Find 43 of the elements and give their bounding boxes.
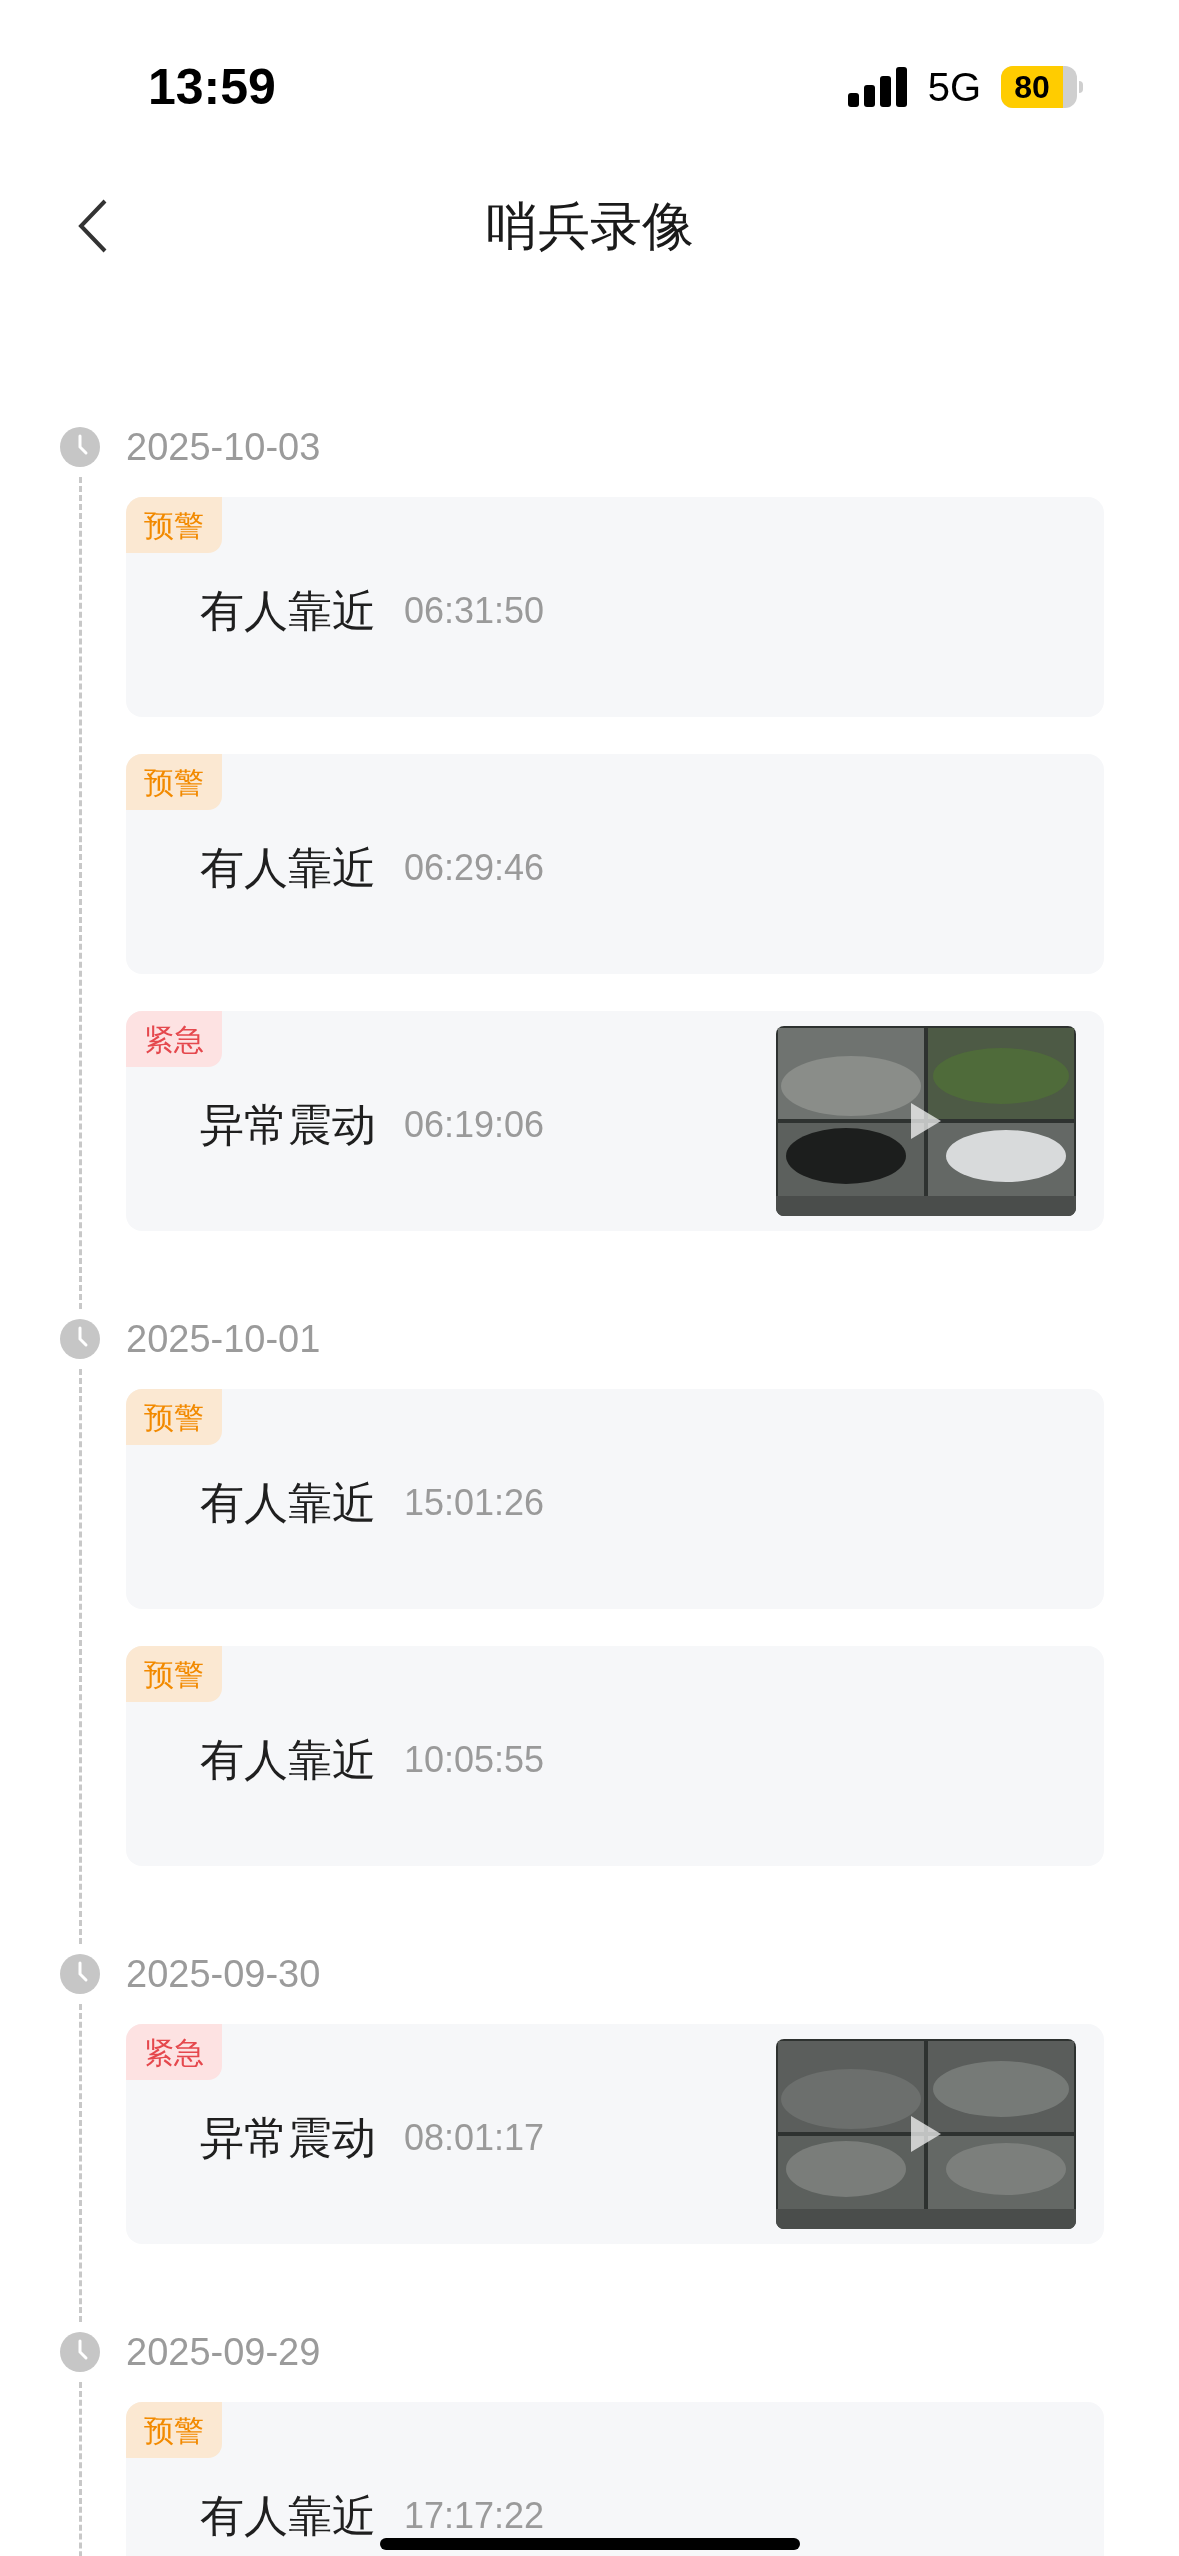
clock-icon <box>60 2332 100 2372</box>
clock-icon <box>60 1319 100 1359</box>
play-icon <box>911 2116 941 2152</box>
event-time: 10:05:55 <box>404 1738 545 1782</box>
alert-tag: 预警 <box>126 497 222 553</box>
alert-tag: 紧急 <box>126 1011 222 1067</box>
event-card[interactable]: 预警 有人靠近 06:31:50 <box>126 497 1104 717</box>
event-title: 有人靠近 <box>200 585 376 637</box>
event-card[interactable]: 紧急 异常震动 08:01:17 <box>126 2024 1104 2244</box>
event-card[interactable]: 紧急 异常震动 06:19:06 <box>126 1011 1104 1231</box>
date-label: 2025-09-29 <box>126 2329 321 2375</box>
date-label: 2025-09-30 <box>126 1951 321 1997</box>
event-title: 有人靠近 <box>200 1734 376 1786</box>
event-title: 异常震动 <box>200 1099 376 1151</box>
event-time: 17:17:22 <box>404 2494 545 2538</box>
event-time: 06:19:06 <box>404 1103 545 1147</box>
clock-icon <box>60 427 100 467</box>
event-time: 08:01:17 <box>404 2116 545 2160</box>
back-icon[interactable] <box>78 199 108 253</box>
event-time: 06:31:50 <box>404 589 545 633</box>
event-card[interactable]: 预警 有人靠近 15:01:26 <box>126 1389 1104 1609</box>
event-title: 有人靠近 <box>200 1477 376 1529</box>
network-label: 5G <box>927 64 981 111</box>
event-card[interactable]: 预警 有人靠近 17:17:22 <box>126 2402 1104 2556</box>
event-card[interactable]: 预警 有人靠近 10:05:55 <box>126 1646 1104 1866</box>
play-icon <box>911 1103 941 1139</box>
alert-tag: 预警 <box>126 754 222 810</box>
alert-tag: 紧急 <box>126 2024 222 2080</box>
alert-tag: 预警 <box>126 1646 222 1702</box>
event-title: 异常震动 <box>200 2112 376 2164</box>
event-time: 06:29:46 <box>404 846 545 890</box>
event-card[interactable]: 预警 有人靠近 06:29:46 <box>126 754 1104 974</box>
date-label: 2025-10-01 <box>126 1316 321 1362</box>
event-time: 15:01:26 <box>404 1481 545 1525</box>
alert-tag: 预警 <box>126 2402 222 2458</box>
signal-icon <box>847 67 908 107</box>
alert-tag: 预警 <box>126 1389 222 1445</box>
event-title: 有人靠近 <box>200 842 376 894</box>
date-label: 2025-10-03 <box>126 424 321 470</box>
clock-icon <box>60 1954 100 1994</box>
event-title: 有人靠近 <box>200 2490 376 2542</box>
status-time: 13:59 <box>148 57 276 117</box>
page-title: 哨兵录像 <box>485 196 694 257</box>
